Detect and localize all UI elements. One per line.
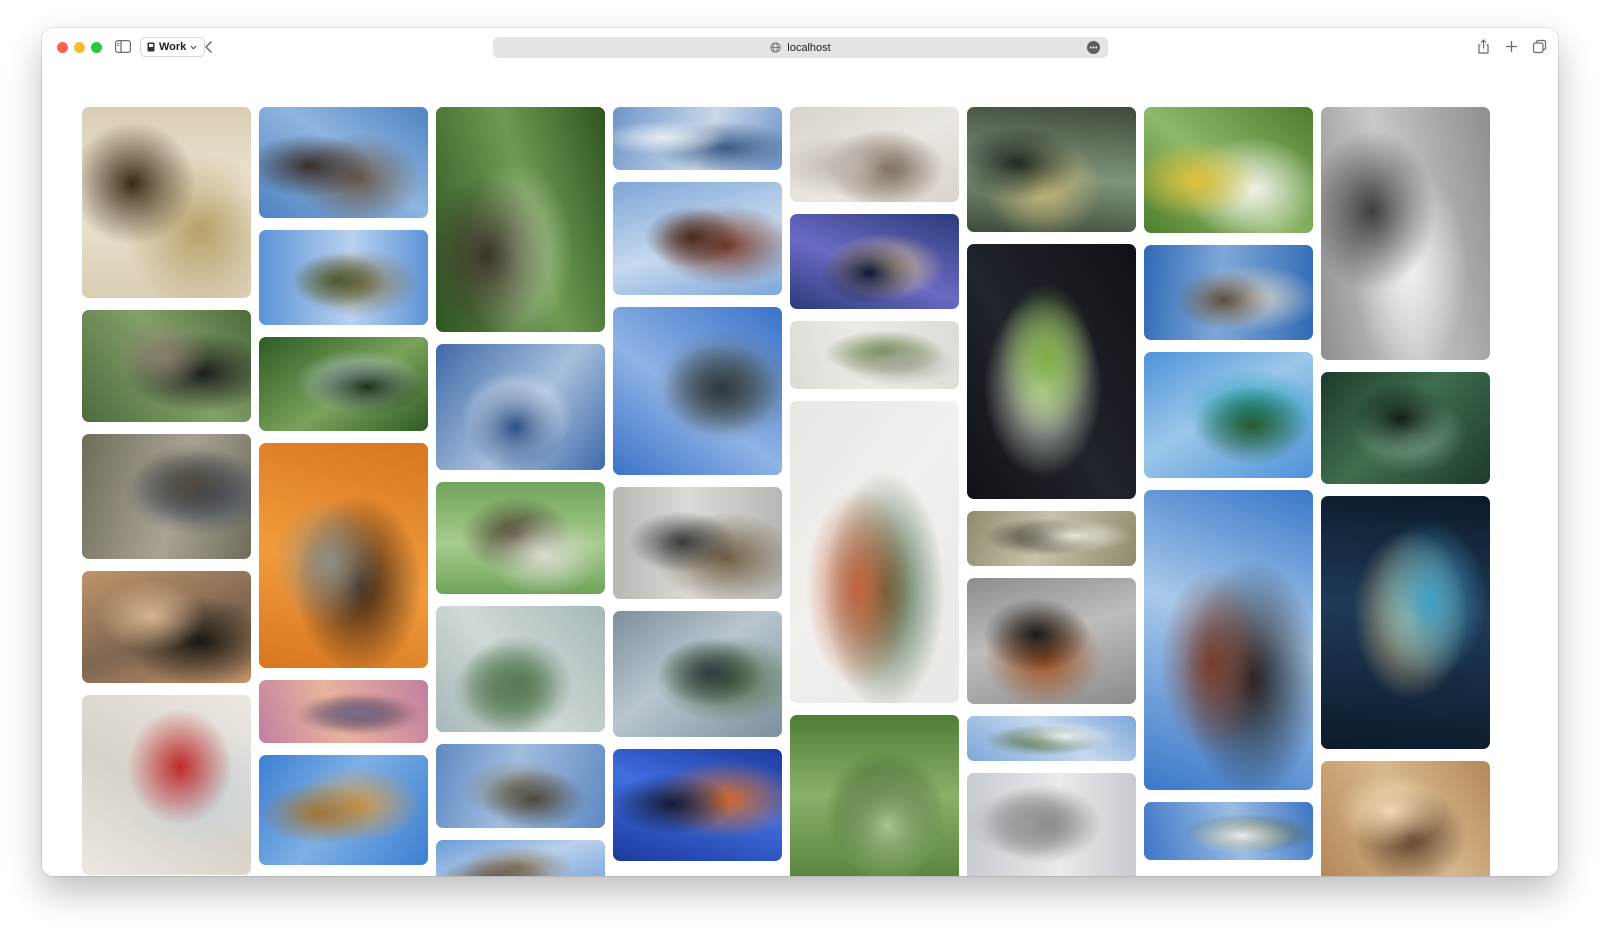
photo-snowy-trees[interactable] [967,773,1136,876]
photo-plant-on-books[interactable] [790,401,959,703]
photo-sunset-reflection[interactable] [259,680,428,743]
tab-overview-icon[interactable] [1532,39,1547,54]
photo-beach-mist[interactable] [259,755,428,865]
photo-bokeh-lights[interactable] [967,107,1136,232]
photo-birds-in-flight[interactable] [790,107,959,202]
photo-window-view[interactable] [82,571,251,683]
photo-caterpillar[interactable] [967,578,1136,704]
profile-icon [147,42,155,52]
photo-street-lamp[interactable] [1144,490,1313,790]
photo-castle-on-hill[interactable] [259,230,428,325]
zoom-window-button[interactable] [91,42,102,53]
photo-city-through-trees[interactable] [259,337,428,431]
photo-wren-on-branch[interactable] [436,482,605,594]
photo-mountain-lake[interactable] [613,107,782,170]
photo-gallery [42,66,1558,876]
photo-tap-on-shore[interactable] [613,487,782,599]
photo-bee-on-petal[interactable] [82,107,251,298]
profile-button[interactable]: Work [140,37,206,57]
address-bar[interactable]: localhost [493,37,1108,58]
photo-ornate-gate[interactable] [613,307,782,475]
photo-mountain-range[interactable] [1144,802,1313,860]
photo-blue-lit-bridge[interactable] [613,749,782,861]
photo-city-skyline-night[interactable] [790,214,959,309]
chevron-left-icon[interactable] [203,40,215,54]
photo-deer-in-fog[interactable] [790,321,959,389]
globe-icon [770,42,781,53]
photo-misty-forest[interactable] [436,606,605,732]
plus-icon[interactable] [1504,39,1519,54]
browser-toolbar: Work localhost [42,28,1558,66]
photo-turquoise-lake[interactable] [1144,352,1313,478]
photo-lit-skyscraper[interactable] [1321,496,1490,749]
photo-daisies[interactable] [1144,107,1313,233]
photo-mushroom[interactable] [1321,761,1490,876]
photo-bridge-underside[interactable] [613,611,782,737]
photo-driftwood-beach[interactable] [1144,245,1313,340]
photo-clouds-aerial[interactable] [436,344,605,470]
share-icon[interactable] [1476,39,1491,54]
photo-bird-on-branch[interactable] [82,434,251,559]
photo-misty-valley[interactable] [967,716,1136,761]
url-text: localhost [787,41,831,54]
profile-label: Work [159,41,187,53]
photo-park-bridge[interactable] [967,511,1136,566]
photo-wall-clock[interactable] [82,695,251,875]
more-icon[interactable] [1087,41,1100,54]
sidebar-icon[interactable] [115,40,131,53]
photo-stone-fort[interactable] [436,744,605,828]
photo-green-foliage[interactable] [790,715,959,876]
chevron-down-icon [190,45,197,50]
photo-ruin-tower[interactable] [436,840,605,876]
browser-window: Work localhost [42,28,1558,876]
close-window-button[interactable] [57,42,68,53]
minimize-window-button[interactable] [74,42,85,53]
photo-torii-corridor[interactable] [259,443,428,668]
photo-brick-building[interactable] [613,182,782,295]
photo-white-flower[interactable] [967,244,1136,499]
photo-white-architecture[interactable] [1321,107,1490,360]
photo-crow-on-rock[interactable] [82,310,251,422]
photo-agave-plant[interactable] [1321,372,1490,484]
photo-brooklyn-bridge[interactable] [259,107,428,218]
photo-bamboo-boardwalk[interactable] [436,107,605,332]
